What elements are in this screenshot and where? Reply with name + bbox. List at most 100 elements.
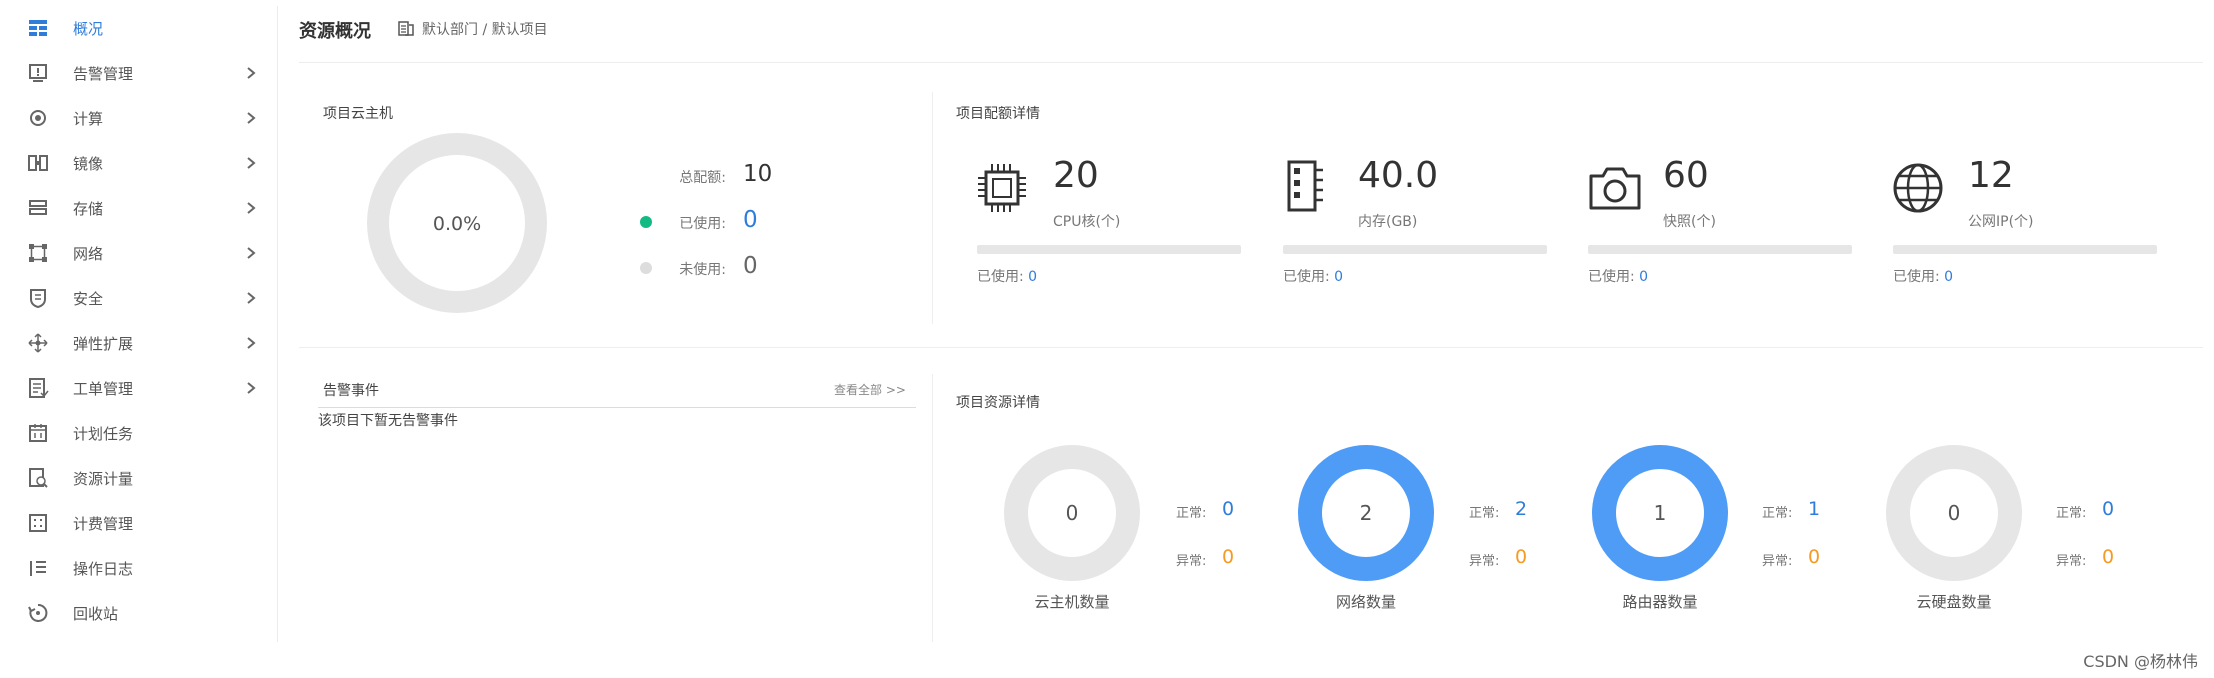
log-icon: [26, 556, 50, 580]
network-icon: [26, 241, 50, 265]
vm-usage-donut: 0.0%: [367, 133, 547, 313]
resource-section-title: 项目资源详情: [956, 395, 1040, 411]
metering-icon: [26, 466, 50, 490]
disk-count-text: 0: [1948, 501, 1961, 525]
page-title: 资源概况: [299, 21, 371, 42]
unused-value: 0: [743, 253, 758, 279]
recycle-icon: [26, 601, 50, 625]
sidebar-item-ticket[interactable]: 工单管理: [6, 366, 278, 410]
sidebar-item-label: 网络: [73, 244, 104, 263]
memory-icon: [1287, 160, 1323, 212]
router-normal-label: 正常:: [1762, 506, 1793, 521]
sidebar-item-label: 告警管理: [73, 64, 134, 83]
vm-count-text: 0: [1066, 501, 1079, 525]
sidebar-item-label: 存储: [73, 199, 104, 218]
vm-percent-text: 0.0%: [433, 213, 481, 235]
disk-count-label: 云硬盘数量: [1916, 593, 1992, 611]
billing-icon: [26, 511, 50, 535]
sidebar-item-label: 弹性扩展: [73, 334, 134, 353]
breadcrumb[interactable]: 默认部门 / 默认项目: [422, 19, 548, 39]
header-divider: [299, 62, 2203, 63]
ticket-icon: [26, 376, 50, 400]
project-icon: [398, 21, 414, 36]
alarm-icon: [26, 61, 50, 85]
used-label: 已使用:: [679, 216, 726, 232]
sidebar-item-label: 计费管理: [73, 514, 134, 533]
chevron-right-icon: [244, 243, 258, 263]
vm-abnormal-value: 0: [1222, 546, 1235, 568]
sidebar-item-label: 安全: [73, 289, 104, 308]
public-ip-quota-value: 12: [1968, 155, 2014, 196]
quota-section-title: 项目配额详情: [956, 106, 1040, 122]
app-root: 概况 告警管理 计算 镜像 存储 网络 安全 弹性扩展 工单管理 计划任务 资源…: [0, 0, 2214, 678]
sidebar-item-network[interactable]: 网络: [6, 231, 278, 275]
disk-abnormal-value: 0: [2102, 546, 2115, 568]
sidebar-item-label: 计划任务: [73, 424, 134, 443]
total-quota-label: 总配额:: [679, 170, 726, 186]
router-count-donut: 1: [1592, 445, 1728, 581]
memory-quota-value: 40.0: [1358, 155, 1439, 196]
chevron-right-icon: [244, 108, 258, 128]
snapshot-used-text: 已使用: 0: [1588, 269, 1649, 285]
sidebar-item-label: 计算: [73, 109, 104, 128]
chevron-right-icon: [244, 153, 258, 173]
sidebar-item-image[interactable]: 镜像: [6, 141, 278, 185]
snapshot-quota-label: 快照(个): [1663, 214, 1716, 230]
sidebar-item-storage[interactable]: 存储: [6, 186, 278, 230]
public-ip-used-text: 已使用: 0: [1893, 269, 1954, 285]
sidebar-item-billing[interactable]: 计费管理: [6, 501, 278, 545]
chevron-right-icon: [244, 288, 258, 308]
sidebar-item-security[interactable]: 安全: [6, 276, 278, 320]
view-all-link[interactable]: 查看全部 >>: [834, 381, 906, 398]
router-count-text: 1: [1654, 501, 1667, 525]
watermark: CSDN @杨林伟: [2083, 652, 2198, 671]
snapshot-usage-bar: [1588, 245, 1852, 254]
public-ip-usage-bar: [1893, 245, 2157, 254]
alarm-section-title: 告警事件: [323, 383, 379, 399]
network-normal-label: 正常:: [1469, 506, 1500, 521]
sidebar-item-overview[interactable]: 概况: [6, 6, 278, 50]
sidebar-item-schedule[interactable]: 计划任务: [6, 411, 278, 455]
vm-count-donut: 0: [1004, 445, 1140, 581]
used-value: 0: [743, 207, 758, 233]
snapshot-quota-value: 60: [1663, 155, 1709, 196]
sidebar: 概况 告警管理 计算 镜像 存储 网络 安全 弹性扩展 工单管理 计划任务 资源…: [6, 6, 278, 642]
vm-abnormal-label: 异常:: [1176, 554, 1207, 569]
chevron-right-icon: [244, 198, 258, 218]
cpu-quota-label: CPU核(个): [1053, 214, 1121, 230]
router-normal-value: 1: [1808, 498, 1821, 520]
disk-normal-value: 0: [2102, 498, 2115, 520]
sidebar-item-label: 操作日志: [73, 559, 134, 578]
sidebar-item-label: 资源计量: [73, 469, 134, 488]
memory-quota-label: 内存(GB): [1358, 214, 1418, 230]
panel-divider-top: [932, 92, 933, 324]
schedule-icon: [26, 421, 50, 445]
dashboard-grid-icon: [26, 16, 50, 40]
vm-normal-label: 正常:: [1176, 506, 1207, 521]
sidebar-item-scaling[interactable]: 弹性扩展: [6, 321, 278, 365]
vm-normal-value: 0: [1222, 498, 1235, 520]
sidebar-item-log[interactable]: 操作日志: [6, 546, 278, 590]
router-abnormal-label: 异常:: [1762, 554, 1793, 569]
total-quota-value: 10: [743, 161, 773, 187]
sidebar-item-recycle[interactable]: 回收站: [6, 591, 278, 635]
chevron-right-icon: [244, 378, 258, 398]
cpu-quota-value: 20: [1053, 155, 1099, 196]
sidebar-item-label: 工单管理: [73, 379, 134, 398]
shield-icon: [26, 286, 50, 310]
disk-count-donut: 0: [1886, 445, 2022, 581]
sidebar-item-compute[interactable]: 计算: [6, 96, 278, 140]
cpu-icon: [978, 164, 1026, 212]
globe-icon: [1893, 163, 1943, 213]
network-count-donut: 2: [1298, 445, 1434, 581]
unused-label: 未使用:: [679, 262, 726, 278]
vm-count-label: 云主机数量: [1034, 593, 1110, 611]
sidebar-item-alarm[interactable]: 告警管理: [6, 51, 278, 95]
network-abnormal-label: 异常:: [1469, 554, 1500, 569]
alarm-empty-message: 该项目下暂无告警事件: [318, 413, 458, 429]
scaling-icon: [26, 331, 50, 355]
sidebar-item-metering[interactable]: 资源计量: [6, 456, 278, 500]
network-count-label: 网络数量: [1335, 593, 1396, 611]
memory-used-text: 已使用: 0: [1283, 269, 1344, 285]
image-icon: [26, 151, 50, 175]
